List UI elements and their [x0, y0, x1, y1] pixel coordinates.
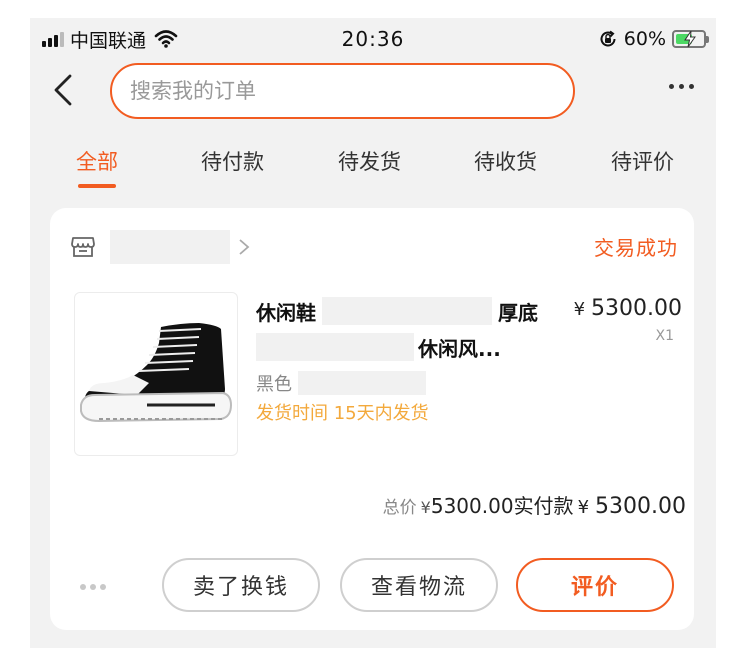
total-label: 总价 [382, 498, 417, 518]
product-title-start: 休闲鞋 [256, 300, 316, 325]
back-icon[interactable] [50, 72, 80, 108]
price-value: 5300.00 [591, 296, 682, 321]
product-title-line-2[interactable]: 休闲风... [256, 332, 566, 362]
battery-percentage: 60% [623, 28, 666, 50]
search-input[interactable] [130, 79, 550, 103]
tab-pending-payment[interactable]: 待付款 [201, 136, 264, 198]
header [30, 60, 716, 120]
tab-pending-receipt[interactable]: 待收货 [474, 136, 537, 198]
tab-label: 待发货 [338, 150, 401, 174]
sneaker-image [80, 323, 233, 423]
variant-color: 黑色 [256, 374, 292, 395]
shop-row[interactable] [70, 230, 250, 264]
status-bar: 中国联通 20:36 60% [30, 18, 716, 60]
product-image[interactable] [74, 292, 238, 456]
order-totals: 总价 ¥ 5300.00 实付款 ¥ 5300.00 [383, 490, 686, 519]
order-list-screen: 中国联通 20:36 60% 搜索我的订单 全部 待付款 待发货 待收货 待评价… [30, 18, 716, 648]
product-variant: 黑色 [256, 370, 426, 396]
tab-pending-review[interactable]: 待评价 [611, 136, 674, 198]
product-title-mid: 厚底 [498, 300, 538, 325]
charging-bolt-icon [684, 31, 696, 47]
price-currency: ¥ [573, 299, 586, 320]
battery-icon [672, 30, 709, 48]
paid-label: 实付款 [513, 494, 574, 518]
title-redaction [256, 333, 414, 361]
status-bar-right: 60% [598, 27, 709, 51]
review-button[interactable]: 评价 [516, 558, 674, 612]
order-card: 交易成功 休闲鞋 厚底 休闲风... 黑色 发货时间 15天内发货 ¥ 5300… [50, 208, 694, 630]
total-currency: ¥ [420, 498, 431, 517]
paid-currency: ¥ [577, 497, 590, 518]
total-value: 5300.00 [430, 494, 514, 518]
shop-icon [71, 237, 95, 257]
unit-price: ¥5300.00 [574, 296, 682, 321]
variant-redaction [298, 371, 426, 395]
chevron-right-icon [239, 239, 250, 255]
order-status-label: 交易成功 [594, 236, 678, 260]
card-more-icon[interactable] [80, 584, 106, 590]
tab-all[interactable]: 全部 [76, 136, 118, 198]
sell-button[interactable]: 卖了换钱 [162, 558, 320, 612]
search-box[interactable] [110, 63, 575, 119]
view-logistics-button[interactable]: 查看物流 [340, 558, 498, 612]
shipping-time-note: 发货时间 15天内发货 [256, 403, 429, 424]
tab-label: 全部 [76, 150, 118, 174]
title-redaction [322, 297, 492, 325]
order-status-tabs: 全部 待付款 待发货 待收货 待评价 [30, 136, 716, 198]
shop-name-redacted [110, 230, 230, 264]
quantity: X1 [655, 328, 675, 344]
tab-label: 待付款 [201, 150, 264, 174]
product-title-line-1[interactable]: 休闲鞋 厚底 [256, 296, 566, 326]
tab-pending-shipment[interactable]: 待发货 [338, 136, 401, 198]
product-title-end: 休闲风... [418, 336, 501, 361]
tab-label: 待收货 [474, 150, 537, 174]
more-options-icon[interactable] [669, 84, 694, 89]
orientation-lock-icon [600, 30, 616, 47]
paid-value: 5300.00 [595, 494, 686, 519]
tab-label: 待评价 [611, 150, 674, 174]
